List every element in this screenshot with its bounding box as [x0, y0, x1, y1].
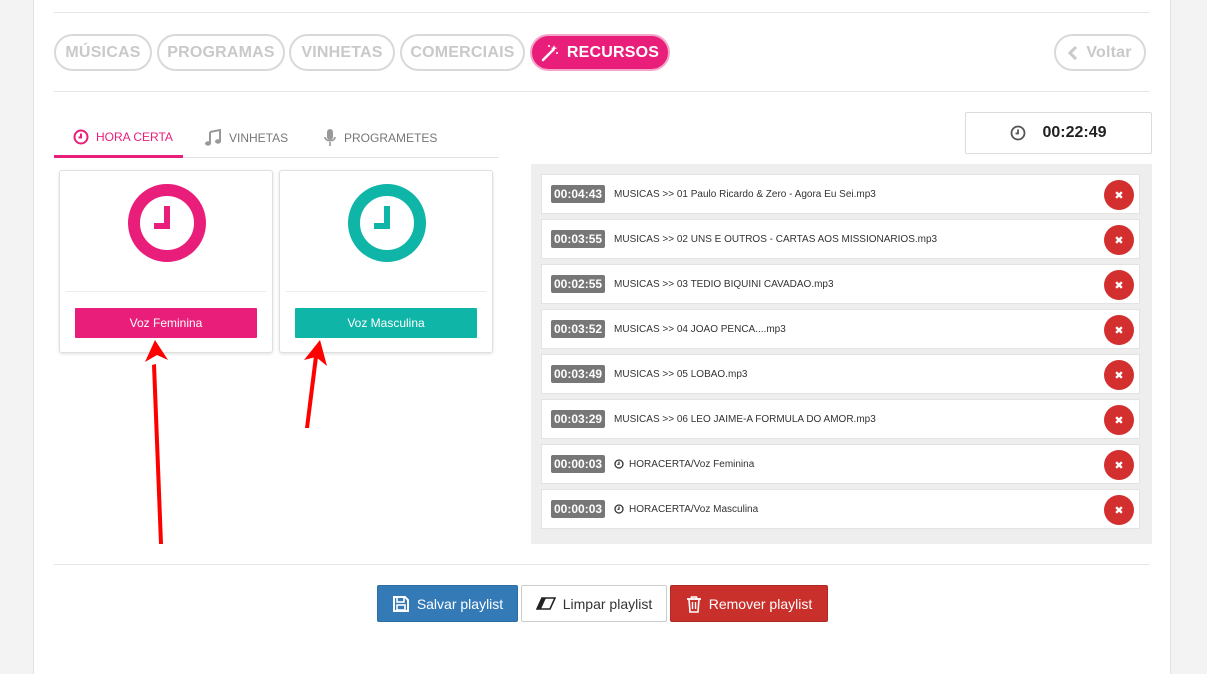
tab-vinhetas[interactable]: VINHETAS — [204, 118, 288, 158]
divider — [54, 12, 1150, 13]
tab-label: PROGRAMETES — [344, 131, 438, 145]
divider — [54, 91, 1150, 92]
item-name: MUSICAS >> 01 Paulo Ricardo & Zero - Ago… — [614, 189, 876, 200]
playlist-item[interactable]: 00:04:43 MUSICAS >> 01 Paulo Ricardo & Z… — [541, 174, 1140, 214]
divider — [66, 291, 266, 292]
item-name: HORACERTA/Voz Feminina — [614, 459, 754, 470]
delete-item-button[interactable]: ✖ — [1104, 225, 1134, 255]
voice-card-masculina: Voz Masculina — [279, 170, 493, 353]
category-label: MÚSICAS — [65, 43, 141, 61]
playlist-item[interactable]: 00:02:55 MUSICAS >> 03 TEDIO BIQUINI CAV… — [541, 264, 1140, 304]
playlist: 00:04:43 MUSICAS >> 01 Paulo Ricardo & Z… — [531, 164, 1152, 544]
trash-icon — [686, 595, 702, 613]
clock-icon — [127, 183, 207, 268]
voz-feminina-button[interactable]: Voz Feminina — [75, 308, 257, 338]
tab-label: HORA CERTA — [96, 129, 173, 144]
item-name-text: MUSICAS >> 01 Paulo Ricardo & Zero - Ago… — [614, 188, 876, 200]
divider — [286, 291, 486, 292]
item-duration: 00:03:52 — [551, 320, 606, 338]
category-label: VINHETAS — [301, 43, 383, 61]
clock-icon — [73, 129, 89, 145]
item-name: MUSICAS >> 05 LOBAO.mp3 — [614, 369, 747, 380]
item-name-text: MUSICAS >> 06 LEO JAIME-A FORMULA DO AMO… — [614, 413, 876, 425]
delete-item-button[interactable]: ✖ — [1104, 495, 1134, 525]
playlist-item[interactable]: 00:03:49 MUSICAS >> 05 LOBAO.mp3 ✖ — [541, 354, 1140, 394]
playlist-item[interactable]: 00:00:03 HORACERTA/Voz Masculina ✖ — [541, 489, 1140, 529]
item-duration: 00:02:55 — [551, 275, 606, 293]
resource-tabs: HORA CERTA VINHETAS PROGRAMETES — [54, 118, 499, 158]
save-playlist-button[interactable]: Salvar playlist — [377, 585, 518, 622]
button-label: Limpar playlist — [562, 595, 653, 612]
main-panel: MÚSICAS PROGRAMAS VINHETAS COMERCIAIS RE… — [33, 0, 1171, 674]
item-duration: 00:00:03 — [551, 500, 606, 518]
category-musicas-button[interactable]: MÚSICAS — [54, 34, 152, 71]
item-name: MUSICAS >> 02 UNS E OUTROS - CARTAS AOS … — [614, 234, 937, 245]
clock-icon — [614, 459, 624, 469]
microphone-icon — [323, 128, 337, 148]
playlist-item[interactable]: 00:00:03 HORACERTA/Voz Feminina ✖ — [541, 444, 1140, 484]
tab-label: VINHETAS — [229, 131, 289, 145]
delete-item-button[interactable]: ✖ — [1104, 405, 1134, 435]
playlist-item[interactable]: 00:03:29 MUSICAS >> 06 LEO JAIME-A FORMU… — [541, 399, 1140, 439]
floppy-disk-icon — [392, 595, 410, 613]
item-name-text: HORACERTA/Voz Feminina — [629, 458, 755, 470]
item-name: MUSICAS >> 03 TEDIO BIQUINI CAVADAO.mp3 — [614, 279, 834, 290]
voz-masculina-button[interactable]: Voz Masculina — [295, 308, 477, 338]
clock-icon — [1010, 125, 1026, 141]
item-name: MUSICAS >> 04 JOAO PENCA....mp3 — [614, 324, 786, 335]
clock-icon — [614, 504, 624, 514]
category-label: COMERCIAIS — [410, 43, 515, 61]
delete-item-button[interactable]: ✖ — [1104, 315, 1134, 345]
delete-item-button[interactable]: ✖ — [1104, 270, 1134, 300]
item-name-text: HORACERTA/Voz Masculina — [629, 503, 759, 515]
item-name-text: MUSICAS >> 03 TEDIO BIQUINI CAVADAO.mp3 — [614, 278, 834, 290]
voice-card-feminina: Voz Feminina — [59, 170, 273, 353]
button-label: Salvar playlist — [416, 595, 504, 612]
playlist-item[interactable]: 00:03:52 MUSICAS >> 04 JOAO PENCA....mp3… — [541, 309, 1140, 349]
item-name: MUSICAS >> 06 LEO JAIME-A FORMULA DO AMO… — [614, 414, 876, 425]
music-note-icon — [204, 129, 222, 147]
category-label: RECURSOS — [566, 43, 660, 61]
item-duration: 00:03:29 — [551, 410, 606, 428]
divider — [54, 564, 1150, 565]
category-label: PROGRAMAS — [167, 43, 275, 61]
item-name-text: MUSICAS >> 02 UNS E OUTROS - CARTAS AOS … — [614, 233, 938, 245]
playlist-duration-box: 00:22:49 — [965, 112, 1152, 154]
tab-programetes[interactable]: PROGRAMETES — [323, 118, 437, 158]
item-duration: 00:00:03 — [551, 455, 606, 473]
clear-playlist-button[interactable]: Limpar playlist — [521, 585, 667, 622]
delete-item-button[interactable]: ✖ — [1104, 360, 1134, 390]
button-label: Remover playlist — [708, 595, 813, 612]
back-label: Voltar — [1086, 43, 1132, 61]
category-recursos-button[interactable]: RECURSOS — [530, 34, 670, 71]
playlist-duration: 00:22:49 — [1042, 124, 1107, 141]
category-comerciais-button[interactable]: COMERCIAIS — [400, 34, 525, 71]
item-duration: 00:03:55 — [551, 230, 606, 248]
item-name-text: MUSICAS >> 05 LOBAO.mp3 — [614, 368, 748, 380]
playlist-item[interactable]: 00:03:55 MUSICAS >> 02 UNS E OUTROS - CA… — [541, 219, 1140, 259]
magic-wand-icon — [541, 44, 559, 62]
item-name-text: MUSICAS >> 04 JOAO PENCA....mp3 — [614, 323, 786, 335]
item-duration: 00:04:43 — [551, 185, 606, 203]
category-programas-button[interactable]: PROGRAMAS — [157, 34, 285, 71]
clock-icon — [347, 183, 427, 268]
item-duration: 00:03:49 — [551, 365, 606, 383]
remove-playlist-button[interactable]: Remover playlist — [670, 585, 828, 622]
delete-item-button[interactable]: ✖ — [1104, 450, 1134, 480]
delete-item-button[interactable]: ✖ — [1104, 180, 1134, 210]
category-vinhetas-button[interactable]: VINHETAS — [289, 34, 395, 71]
tab-hora-certa[interactable]: HORA CERTA — [54, 118, 183, 158]
eraser-icon — [535, 596, 556, 611]
chevron-left-icon — [1068, 45, 1078, 60]
item-name: HORACERTA/Voz Masculina — [614, 504, 758, 515]
back-button[interactable]: Voltar — [1054, 34, 1146, 71]
